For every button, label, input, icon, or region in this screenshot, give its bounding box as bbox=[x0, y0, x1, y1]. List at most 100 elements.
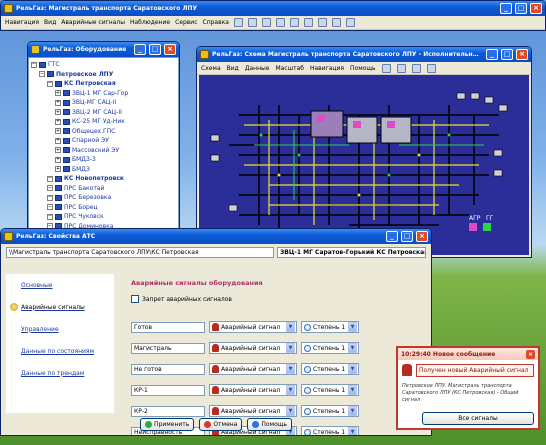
tree-node[interactable]: + Массовский ЭУ bbox=[31, 146, 176, 156]
apply-button[interactable]: Применить bbox=[140, 418, 195, 431]
notification-close-button[interactable]: × bbox=[526, 349, 535, 359]
tree-node[interactable]: + БМДЗ bbox=[31, 165, 176, 175]
toolbar-trend-icon[interactable] bbox=[289, 18, 299, 27]
menu-service[interactable]: Сервис bbox=[175, 19, 197, 26]
chevron-down-icon[interactable]: ▼ bbox=[348, 343, 357, 353]
scheme-close-button[interactable]: × bbox=[516, 49, 528, 60]
tree-expander-icon[interactable]: − bbox=[47, 194, 53, 201]
toolbar-cascade-icon[interactable] bbox=[331, 18, 341, 27]
chevron-down-icon[interactable]: ▼ bbox=[286, 385, 295, 395]
tree-expander-icon[interactable]: − bbox=[47, 213, 53, 220]
toolbar-tree-icon[interactable] bbox=[233, 18, 243, 27]
chevron-down-icon[interactable]: ▼ bbox=[348, 322, 357, 332]
tree-expander-icon[interactable]: + bbox=[55, 118, 61, 125]
tree-node[interactable]: + ЗВЦ-МГ САЦ-II bbox=[31, 98, 176, 108]
all-alarms-button[interactable]: Все сигналы bbox=[422, 412, 534, 425]
menu-help[interactable]: Справка bbox=[203, 19, 229, 26]
tree-node[interactable]: + ЗВЦ-2 МГ САЦ-II bbox=[31, 108, 176, 118]
maximize-button[interactable]: □ bbox=[515, 3, 527, 14]
tree-window-titlebar[interactable]: РельГаз: Оборудование _ □ × bbox=[28, 42, 179, 57]
severity-select[interactable]: Степень 1 ▼ bbox=[301, 342, 359, 354]
tree-expander-icon[interactable]: − bbox=[39, 71, 45, 78]
menu-monitoring[interactable]: Наблюдение bbox=[130, 19, 170, 26]
toolbar-tile-icon[interactable] bbox=[345, 18, 355, 27]
tree-node[interactable]: + КС-25 МГ Уд-Ник bbox=[31, 117, 176, 127]
chevron-down-icon[interactable]: ▼ bbox=[348, 406, 357, 416]
nav-item[interactable]: Основные bbox=[6, 274, 114, 296]
tree-node[interactable]: − Петровское ЛПУ bbox=[31, 70, 176, 80]
scheme-menu-scale[interactable]: Масштаб bbox=[275, 65, 304, 72]
scheme-menu-data[interactable]: Данные bbox=[245, 65, 270, 72]
scheme-maximize-button[interactable]: □ bbox=[501, 49, 513, 60]
tree-node[interactable]: + Общецех.ГПС bbox=[31, 127, 176, 137]
props-maximize-button[interactable]: □ bbox=[401, 231, 413, 242]
chevron-down-icon[interactable]: ▼ bbox=[286, 406, 295, 416]
chevron-down-icon[interactable]: ▼ bbox=[286, 343, 295, 353]
nav-item[interactable]: Аварийные сигналы bbox=[6, 296, 114, 318]
alarm-type-select[interactable]: Аварийный сигнал ▼ bbox=[209, 363, 297, 375]
object-name-field[interactable]: ЗВЦ-1 МГ Саратов-Горький КС Петровская bbox=[277, 247, 426, 258]
tree-expander-icon[interactable]: − bbox=[47, 175, 53, 182]
chevron-down-icon[interactable]: ▼ bbox=[348, 385, 357, 395]
help-button[interactable]: Помощь bbox=[247, 418, 292, 431]
tree-expander-icon[interactable]: + bbox=[55, 109, 61, 116]
tree-expander-icon[interactable]: − bbox=[47, 204, 53, 211]
tree-node[interactable]: − ПРС Бакотай bbox=[31, 184, 176, 194]
minimize-button[interactable]: _ bbox=[500, 3, 512, 14]
alarm-type-select[interactable]: Аварийный сигнал ▼ bbox=[209, 342, 297, 354]
alarm-type-select[interactable]: Аварийный сигнал ▼ bbox=[209, 405, 297, 417]
tree-node[interactable]: − КС Новопетровск bbox=[31, 174, 176, 184]
tree-node[interactable]: + БМДЗ-3 bbox=[31, 155, 176, 165]
nav-item[interactable]: Данные по состояниям bbox=[6, 340, 114, 362]
chevron-down-icon[interactable]: ▼ bbox=[348, 364, 357, 374]
nav-item[interactable]: Управление bbox=[6, 318, 114, 340]
tree-expander-icon[interactable]: − bbox=[31, 61, 37, 68]
signal-name-field[interactable]: Не готов bbox=[131, 363, 205, 375]
tree-maximize-button[interactable]: □ bbox=[149, 44, 161, 55]
tree-expander-icon[interactable]: + bbox=[55, 147, 61, 154]
properties-titlebar[interactable]: РельГаз: Свойства АТС _ □ × bbox=[1, 229, 431, 244]
scheme-tool-pan-icon[interactable] bbox=[396, 63, 406, 73]
signal-name-field[interactable]: Магистраль bbox=[131, 342, 205, 354]
severity-select[interactable]: Степень 1 ▼ bbox=[301, 321, 359, 333]
severity-select[interactable]: Степень 1 ▼ bbox=[301, 363, 359, 375]
tree-expander-icon[interactable]: − bbox=[47, 80, 53, 87]
tree-node[interactable]: − КС Петровская bbox=[31, 79, 176, 89]
tree-node[interactable]: + ЗВЦ-1 МГ Сар-Гор bbox=[31, 89, 176, 99]
tree-expander-icon[interactable]: − bbox=[47, 185, 53, 192]
scheme-menu-help[interactable]: Помощь bbox=[350, 65, 376, 72]
toolbar-props-icon[interactable] bbox=[261, 18, 271, 27]
signal-name-field[interactable]: КР-2 bbox=[131, 405, 205, 417]
tree-expander-icon[interactable]: + bbox=[55, 99, 61, 106]
alarm-type-select[interactable]: Аварийный сигнал ▼ bbox=[209, 384, 297, 396]
chevron-down-icon[interactable]: ▼ bbox=[286, 322, 295, 332]
props-minimize-button[interactable]: _ bbox=[386, 231, 398, 242]
disable-alarms-checkbox[interactable] bbox=[131, 295, 139, 303]
equipment-tree[interactable]: − ГТС − Петровское ЛПУ − КС Петровская + ЗВЦ-1 … bbox=[28, 57, 179, 255]
tree-expander-icon[interactable]: + bbox=[55, 90, 61, 97]
alarm-type-select[interactable]: Аварийный сигнал ▼ bbox=[209, 321, 297, 333]
menu-navigation[interactable]: Навигация bbox=[5, 19, 39, 26]
tree-expander-icon[interactable]: + bbox=[55, 128, 61, 135]
signal-name-field[interactable]: Готов bbox=[131, 321, 205, 333]
tree-expander-icon[interactable]: + bbox=[55, 156, 61, 163]
chevron-down-icon[interactable]: ▼ bbox=[286, 364, 295, 374]
signal-name-field[interactable]: КР-1 bbox=[131, 384, 205, 396]
tree-expander-icon[interactable]: + bbox=[55, 137, 61, 144]
tree-expander-icon[interactable]: + bbox=[55, 166, 61, 173]
scheme-window-titlebar[interactable]: РельГаз: Схема Магистраль транспорта Сар… bbox=[197, 47, 531, 62]
main-window-titlebar[interactable]: РельГаз: Магистраль транспорта Саратовск… bbox=[1, 1, 545, 16]
tree-node[interactable]: − ПРС Борец bbox=[31, 203, 176, 213]
toolbar-alarm-icon[interactable] bbox=[275, 18, 285, 27]
scheme-menu-scheme[interactable]: Схема bbox=[201, 65, 221, 72]
toolbar-window-icon[interactable] bbox=[317, 18, 327, 27]
disable-alarms-option[interactable]: Запрет аварийных сигналов bbox=[131, 293, 426, 305]
scheme-tool-grid-icon[interactable] bbox=[426, 63, 436, 73]
tree-node[interactable]: − ГТС bbox=[31, 60, 176, 70]
nav-item[interactable]: Данные по трендам bbox=[6, 362, 114, 384]
scheme-tool-zoom-icon[interactable] bbox=[381, 63, 391, 73]
severity-select[interactable]: Степень 1 ▼ bbox=[301, 405, 359, 417]
close-button[interactable]: × bbox=[530, 3, 542, 14]
menu-view[interactable]: Вид bbox=[44, 19, 56, 26]
tree-node[interactable]: − ПРС Березовка bbox=[31, 193, 176, 203]
